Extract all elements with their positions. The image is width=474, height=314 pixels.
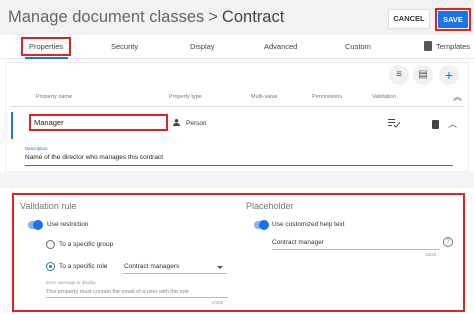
role-select[interactable]: Contract managers	[122, 262, 227, 274]
validation-rule-title: Validation rule	[20, 201, 77, 211]
tab-properties[interactable]: Properties	[29, 42, 63, 51]
column-header-type: Property type	[169, 94, 202, 100]
radio-specific-group[interactable]	[46, 240, 55, 249]
save-button[interactable]: SAVE	[438, 11, 468, 28]
use-restriction-label: Use restriction	[47, 221, 89, 228]
help-text-field[interactable]: Contract manager	[272, 239, 324, 246]
active-tab-indicator	[25, 57, 68, 59]
radio-specific-role[interactable]	[46, 262, 55, 271]
list-icon[interactable]: ≡	[389, 65, 409, 85]
tab-bar: Properties Security Display Advanced Cus…	[0, 35, 474, 59]
help-icon[interactable]: ?	[443, 237, 453, 247]
help-text-underline	[272, 249, 440, 250]
radio-specific-role-label: To a specific role	[59, 263, 108, 270]
header-bar: Manage document classes > Contract CANCEL …	[0, 0, 474, 35]
description-underline	[25, 165, 453, 166]
custom-help-text-toggle[interactable]	[254, 220, 269, 230]
torn-edge-divider	[0, 172, 474, 188]
chevron-up-icon[interactable]: ︿	[448, 117, 457, 130]
description-field[interactable]: Name of the director who manages this co…	[25, 154, 163, 161]
column-header-multivalue: Multi-value	[251, 94, 278, 100]
tab-advanced[interactable]: Advanced	[264, 42, 297, 51]
column-header-name: Property name	[36, 94, 73, 100]
cancel-button[interactable]: CANCEL	[388, 9, 430, 29]
rule-placeholder-panel: Validation rule Use restriction To a spe…	[12, 193, 465, 312]
property-type-value: Person	[186, 120, 207, 127]
add-icon[interactable]: +	[439, 65, 459, 85]
selected-row-indicator	[11, 112, 13, 139]
radio-specific-group-label: To a specific group	[59, 241, 114, 248]
error-message-counter: 0/100	[212, 300, 224, 305]
tab-security[interactable]: Security	[111, 42, 138, 51]
property-name-field[interactable]: Manager	[29, 114, 168, 131]
validation-rule-icon[interactable]	[388, 119, 400, 128]
document-icon[interactable]	[424, 41, 432, 51]
use-restriction-toggle[interactable]	[28, 220, 43, 230]
column-header-validation: Validation	[372, 94, 396, 100]
property-name-value: Manager	[34, 118, 64, 127]
column-header-permissions: Permissions	[312, 94, 342, 100]
page-title: Manage document classes > Contract	[8, 8, 284, 27]
breadcrumb-root[interactable]: Manage document classes	[8, 8, 204, 26]
delete-icon[interactable]	[432, 120, 439, 129]
tab-templates[interactable]: Templates	[436, 42, 470, 51]
placeholder-title: Placeholder	[246, 201, 294, 211]
collapse-icon[interactable]: ︽	[453, 90, 462, 103]
error-message-label: Error message to display	[46, 280, 96, 285]
role-select-value: Contract managers	[124, 263, 180, 270]
description-label: Description	[25, 146, 48, 151]
breadcrumb-separator: >	[208, 8, 218, 26]
error-message-field[interactable]: This property must contain the email of …	[46, 289, 189, 295]
help-text-counter: 16/20	[425, 252, 437, 257]
dropdown-arrow-icon	[217, 266, 223, 269]
breadcrumb-current: Contract	[221, 8, 285, 26]
custom-help-text-label: Use customized help text	[272, 221, 345, 228]
person-icon	[173, 119, 180, 126]
error-message-underline	[46, 297, 228, 298]
tab-display[interactable]: Display	[190, 42, 215, 51]
save-button-highlight[interactable]: SAVE	[435, 8, 471, 31]
tab-custom[interactable]: Custom	[345, 42, 371, 51]
table-icon[interactable]: ▤	[413, 65, 433, 85]
header-divider	[10, 106, 465, 107]
